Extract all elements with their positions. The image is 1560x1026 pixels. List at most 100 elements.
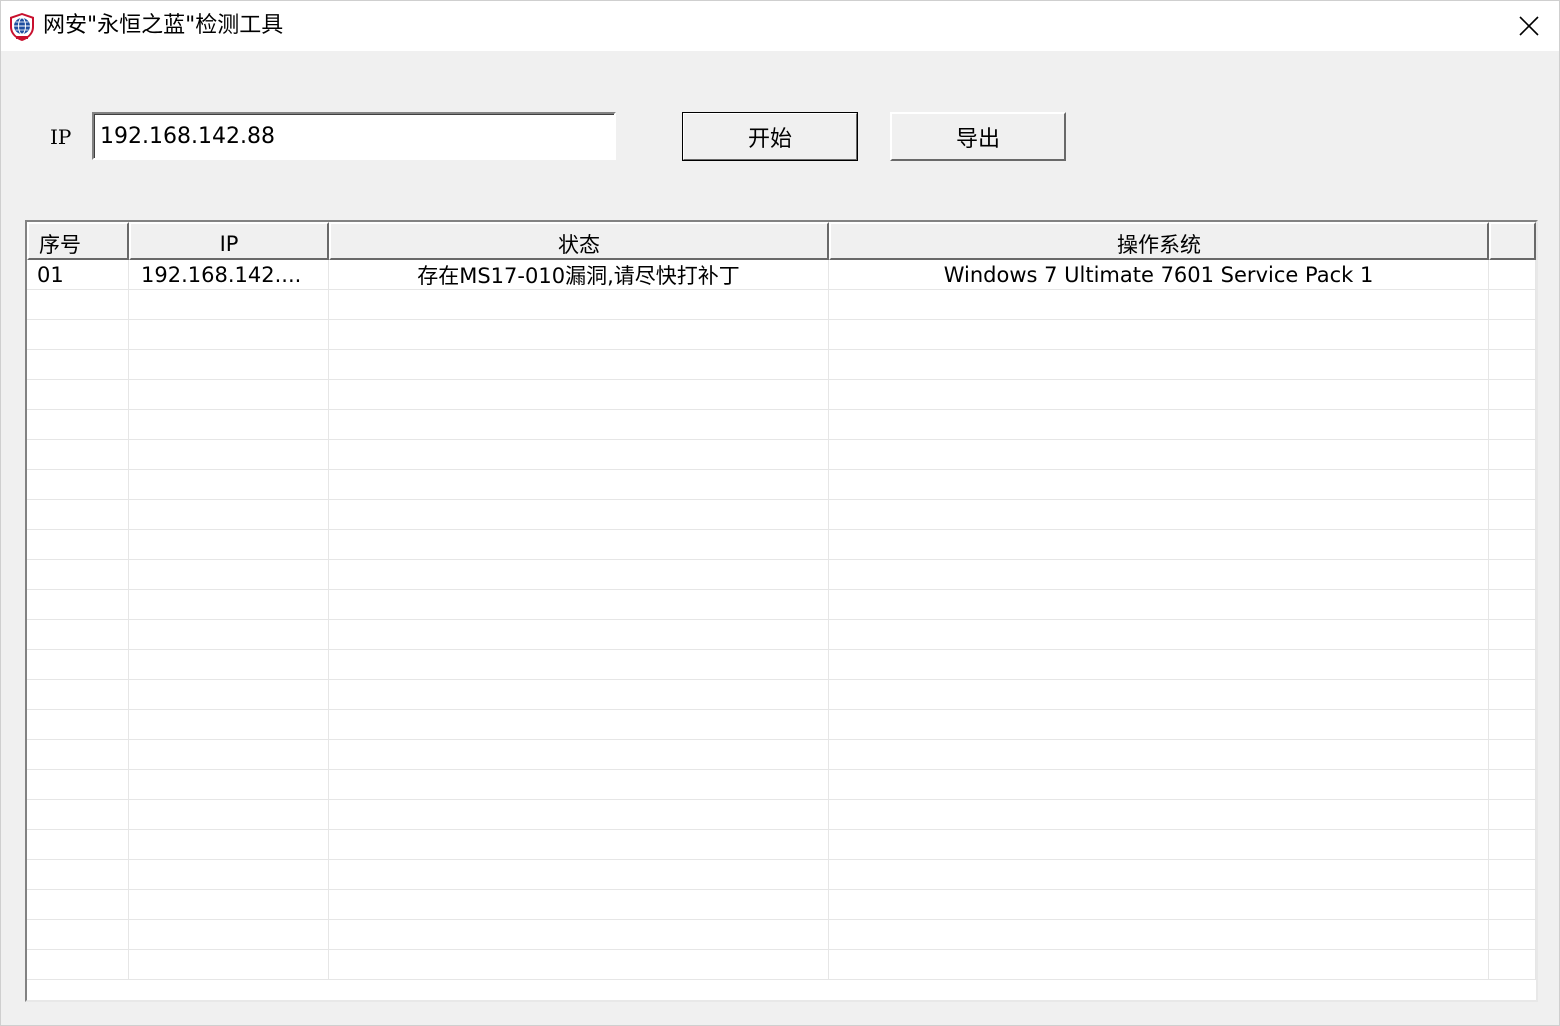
empty-cell — [129, 680, 329, 710]
column-header-ip[interactable]: IP — [129, 222, 329, 260]
empty-cell — [27, 560, 129, 590]
empty-table-row — [27, 530, 1536, 560]
empty-cell — [129, 590, 329, 620]
empty-table-row — [27, 650, 1536, 680]
empty-cell — [829, 650, 1489, 680]
empty-table-row — [27, 470, 1536, 500]
empty-cell — [829, 620, 1489, 650]
empty-cell — [1489, 860, 1536, 890]
empty-cell — [129, 500, 329, 530]
empty-table-row — [27, 800, 1536, 830]
empty-cell — [329, 950, 829, 980]
empty-cell — [1489, 800, 1536, 830]
empty-cell — [27, 500, 129, 530]
column-header-os[interactable]: 操作系统 — [829, 222, 1489, 260]
results-table[interactable]: 序号 IP 状态 操作系统 01 192.168.142.... 存在MS17-… — [25, 220, 1538, 1002]
empty-cell — [329, 680, 829, 710]
empty-table-row — [27, 320, 1536, 350]
empty-table-row — [27, 560, 1536, 590]
empty-cell — [829, 530, 1489, 560]
cell-status: 存在MS17-010漏洞,请尽快打补丁 — [329, 260, 829, 290]
empty-table-row — [27, 890, 1536, 920]
empty-cell — [329, 650, 829, 680]
empty-cell — [27, 470, 129, 500]
close-button[interactable] — [1499, 1, 1559, 51]
ip-input[interactable] — [92, 112, 616, 160]
empty-cell — [27, 830, 129, 860]
empty-cell — [829, 500, 1489, 530]
empty-cell — [129, 950, 329, 980]
empty-cell — [27, 350, 129, 380]
empty-cell — [829, 860, 1489, 890]
start-button[interactable]: 开始 — [682, 112, 858, 161]
empty-cell — [1489, 350, 1536, 380]
empty-cell — [1489, 410, 1536, 440]
empty-cell — [129, 890, 329, 920]
empty-cell — [829, 320, 1489, 350]
column-header-status[interactable]: 状态 — [329, 222, 829, 260]
empty-cell — [329, 620, 829, 650]
empty-cell — [27, 800, 129, 830]
empty-cell — [1489, 620, 1536, 650]
empty-table-row — [27, 590, 1536, 620]
cell-extra — [1489, 260, 1536, 290]
empty-cell — [27, 650, 129, 680]
window-title: 网安"永恒之蓝"检测工具 — [43, 13, 284, 38]
column-header-extra[interactable] — [1489, 222, 1536, 260]
ip-label: IP — [50, 125, 72, 149]
empty-table-row — [27, 440, 1536, 470]
empty-cell — [829, 380, 1489, 410]
empty-cell — [1489, 380, 1536, 410]
main-window: 网安"永恒之蓝"检测工具 IP 开始 导出 序号 IP 状态 操作系统 01 1… — [0, 0, 1560, 1026]
title-bar[interactable]: 网安"永恒之蓝"检测工具 — [1, 1, 1559, 51]
empty-cell — [1489, 320, 1536, 350]
empty-table-row — [27, 290, 1536, 320]
empty-cell — [1489, 890, 1536, 920]
empty-cell — [129, 560, 329, 590]
empty-cell — [129, 440, 329, 470]
empty-cell — [1489, 950, 1536, 980]
column-header-index[interactable]: 序号 — [27, 222, 129, 260]
empty-table-row — [27, 920, 1536, 950]
empty-cell — [329, 800, 829, 830]
empty-cell — [129, 620, 329, 650]
empty-table-row — [27, 620, 1536, 650]
empty-table-row — [27, 830, 1536, 860]
cell-index: 01 — [27, 260, 129, 290]
cell-os: Windows 7 Ultimate 7601 Service Pack 1 — [829, 260, 1489, 290]
empty-cell — [1489, 590, 1536, 620]
empty-cell — [329, 830, 829, 860]
export-button[interactable]: 导出 — [890, 112, 1066, 161]
empty-table-row — [27, 410, 1536, 440]
empty-cell — [129, 920, 329, 950]
empty-cell — [329, 500, 829, 530]
empty-cell — [829, 950, 1489, 980]
empty-cell — [1489, 470, 1536, 500]
empty-cell — [329, 350, 829, 380]
close-icon — [1519, 16, 1539, 36]
empty-cell — [129, 650, 329, 680]
empty-cell — [329, 740, 829, 770]
empty-cell — [329, 440, 829, 470]
empty-table-row — [27, 680, 1536, 710]
empty-cell — [129, 530, 329, 560]
empty-cell — [129, 740, 329, 770]
empty-cell — [27, 320, 129, 350]
empty-cell — [829, 350, 1489, 380]
empty-cell — [27, 680, 129, 710]
empty-cell — [329, 530, 829, 560]
empty-cell — [1489, 650, 1536, 680]
empty-cell — [27, 620, 129, 650]
table-body: 01 192.168.142.... 存在MS17-010漏洞,请尽快打补丁 W… — [27, 260, 1536, 1000]
empty-cell — [1489, 440, 1536, 470]
empty-cell — [27, 920, 129, 950]
empty-cell — [329, 710, 829, 740]
empty-cell — [1489, 740, 1536, 770]
empty-cell — [1489, 290, 1536, 320]
table-row[interactable]: 01 192.168.142.... 存在MS17-010漏洞,请尽快打补丁 W… — [27, 260, 1536, 290]
empty-cell — [27, 410, 129, 440]
empty-cell — [329, 890, 829, 920]
empty-cell — [27, 710, 129, 740]
empty-cell — [829, 890, 1489, 920]
empty-cell — [829, 830, 1489, 860]
